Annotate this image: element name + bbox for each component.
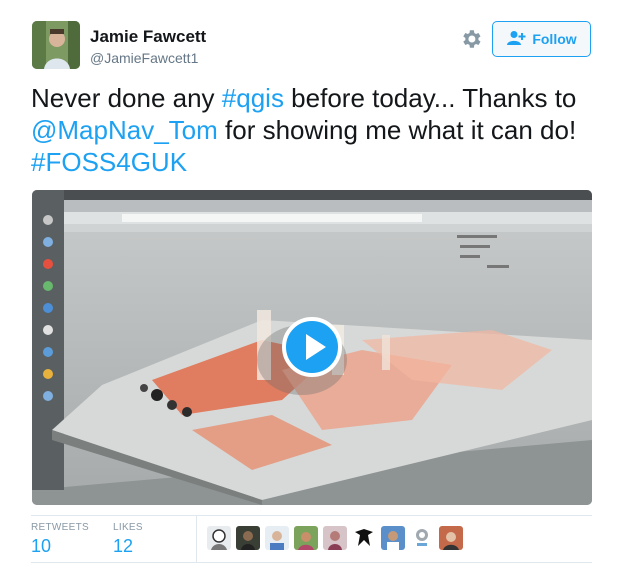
- liker-avatar[interactable]: [323, 526, 347, 550]
- play-icon[interactable]: [282, 317, 342, 377]
- liker-avatar[interactable]: [381, 526, 405, 550]
- retweets-label: RETWEETS: [31, 522, 89, 533]
- stats-bottom-divider: [31, 562, 592, 563]
- tweet-text-part: Never done any: [31, 83, 222, 113]
- liker-avatar[interactable]: [439, 526, 463, 550]
- tweet-text-part: before today... Thanks to: [283, 83, 577, 113]
- hashtag-qgis-link[interactable]: #qgis: [222, 83, 284, 113]
- liker-avatar[interactable]: [352, 526, 376, 550]
- gear-icon[interactable]: [459, 27, 483, 51]
- liker-avatar[interactable]: [207, 526, 231, 550]
- stats-top-divider: [31, 515, 592, 516]
- author-avatar[interactable]: [32, 21, 80, 69]
- liker-avatar[interactable]: [410, 526, 434, 550]
- liker-avatars: [207, 526, 463, 550]
- author-handle[interactable]: @JamieFawcett1: [90, 50, 198, 66]
- likes-label: LIKES: [113, 522, 143, 533]
- follow-button-label: Follow: [532, 31, 577, 47]
- retweets-count[interactable]: 10: [31, 536, 51, 557]
- tweet-text: Never done any #qgis before today... Tha…: [31, 82, 606, 178]
- person-plus-icon: [506, 30, 526, 49]
- author-name[interactable]: Jamie Fawcett: [90, 27, 206, 47]
- liker-avatar[interactable]: [294, 526, 318, 550]
- tweet-text-part: for showing me what it can do!: [217, 115, 577, 145]
- follow-button[interactable]: Follow: [492, 21, 591, 57]
- liker-avatar[interactable]: [265, 526, 289, 550]
- liker-avatar[interactable]: [236, 526, 260, 550]
- stats-separator: [196, 516, 197, 562]
- mention-mapnav-tom-link[interactable]: @MapNav_Tom: [31, 115, 218, 145]
- likes-count[interactable]: 12: [113, 536, 133, 557]
- hashtag-foss4guk-link[interactable]: #FOSS4GUK: [31, 147, 187, 177]
